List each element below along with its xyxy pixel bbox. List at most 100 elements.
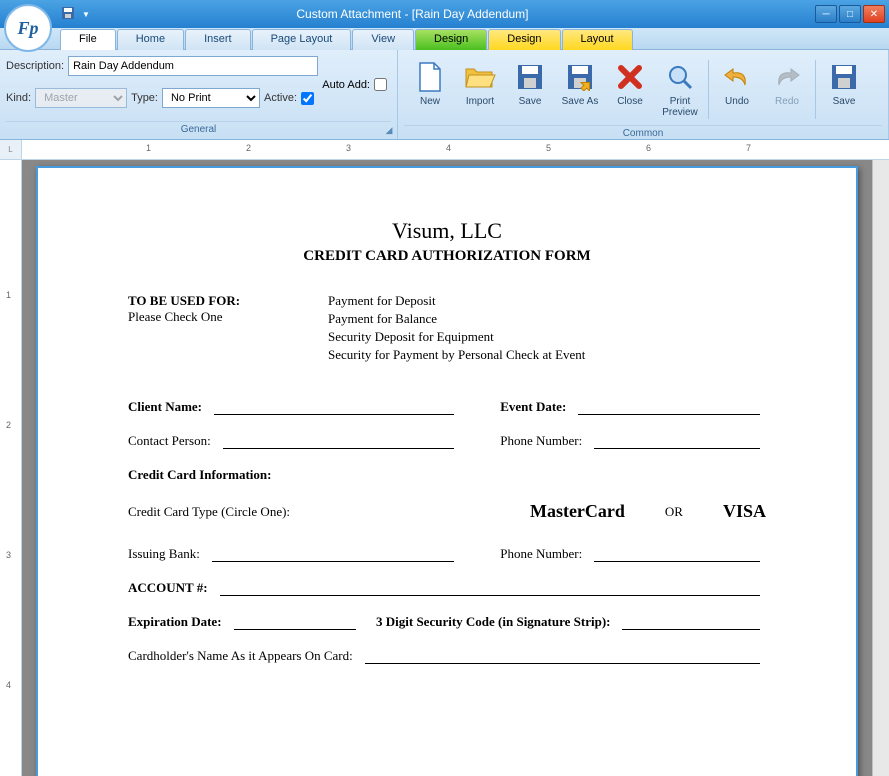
group-expand-general[interactable]: ◢ bbox=[383, 125, 395, 137]
close-button[interactable]: ✕ bbox=[863, 5, 885, 23]
ruler-tick: 6 bbox=[646, 143, 651, 153]
undo-label: Undo bbox=[725, 96, 749, 107]
usage-option: Payment for Deposit bbox=[328, 293, 766, 309]
save-button[interactable]: Save bbox=[506, 56, 554, 123]
save2-label: Save bbox=[833, 96, 856, 107]
visa-text: VISA bbox=[723, 501, 766, 522]
tab-file[interactable]: File bbox=[60, 29, 116, 50]
tab-layout[interactable]: Layout bbox=[562, 29, 633, 50]
close-x-icon bbox=[614, 61, 646, 93]
undo-button[interactable]: Undo bbox=[713, 56, 761, 123]
group-label-general: General bbox=[6, 121, 391, 135]
document-page[interactable]: Visum, LLC CREDIT CARD AUTHORIZATION FOR… bbox=[36, 166, 858, 776]
print-preview-button[interactable]: Print Preview bbox=[656, 56, 704, 123]
group-label-common: Common bbox=[404, 125, 882, 139]
ruler-tick: 7 bbox=[746, 143, 751, 153]
close-label: Close bbox=[617, 96, 643, 107]
qat-dropdown-icon[interactable]: ▼ bbox=[82, 10, 90, 19]
redo-button: Redo bbox=[763, 56, 811, 123]
qat-save-icon[interactable] bbox=[60, 5, 76, 24]
import-button[interactable]: Import bbox=[456, 56, 504, 123]
import-label: Import bbox=[466, 96, 494, 107]
form-title: CREDIT CARD AUTHORIZATION FORM bbox=[128, 248, 766, 265]
vruler-tick: 3 bbox=[6, 550, 11, 560]
save-as-label: Save As bbox=[562, 96, 599, 107]
blank-line bbox=[220, 582, 760, 596]
tab-design-1[interactable]: Design bbox=[415, 29, 487, 50]
type-label: Type: bbox=[131, 92, 158, 104]
blank-line bbox=[365, 650, 760, 664]
ribbon-group-common: New Import Save Save As Close Print Prev… bbox=[398, 50, 889, 139]
vruler-tick: 2 bbox=[6, 420, 11, 430]
save-icon-2 bbox=[828, 61, 860, 93]
new-button[interactable]: New bbox=[406, 56, 454, 123]
magnifier-icon bbox=[664, 61, 696, 93]
account-label: ACCOUNT #: bbox=[128, 580, 208, 596]
ribbon-group-general: Description: Kind: Master Type: No Print… bbox=[0, 50, 398, 139]
tab-insert[interactable]: Insert bbox=[185, 29, 251, 50]
used-for-label: TO BE USED FOR: bbox=[128, 293, 328, 309]
maximize-button[interactable]: □ bbox=[839, 5, 861, 23]
vruler-tick: 4 bbox=[6, 680, 11, 690]
type-select[interactable]: No Print bbox=[162, 88, 260, 108]
or-text: OR bbox=[665, 504, 683, 520]
active-checkbox[interactable] bbox=[301, 92, 314, 105]
cc-info-heading: Credit Card Information: bbox=[128, 467, 766, 483]
issuing-bank-label: Issuing Bank: bbox=[128, 546, 200, 562]
ruler-tick: 4 bbox=[446, 143, 451, 153]
blank-line bbox=[223, 435, 455, 449]
tab-view[interactable]: View bbox=[352, 29, 414, 50]
new-icon bbox=[414, 61, 446, 93]
expiration-label: Expiration Date: bbox=[128, 614, 222, 630]
cc-type-label: Credit Card Type (Circle One): bbox=[128, 504, 530, 520]
tab-page-layout[interactable]: Page Layout bbox=[252, 29, 352, 50]
kind-select: Master bbox=[35, 88, 127, 108]
minimize-button[interactable]: ─ bbox=[815, 5, 837, 23]
active-label: Active: bbox=[264, 92, 297, 104]
cardholder-label: Cardholder's Name As it Appears On Card: bbox=[128, 648, 353, 664]
autoadd-checkbox[interactable] bbox=[374, 78, 387, 91]
security-code-label: 3 Digit Security Code (in Signature Stri… bbox=[376, 614, 610, 630]
vertical-scrollbar[interactable] bbox=[872, 160, 889, 776]
document-canvas[interactable]: Visum, LLC CREDIT CARD AUTHORIZATION FOR… bbox=[22, 160, 872, 776]
ruler-tick: 1 bbox=[146, 143, 151, 153]
title-bar: Fp ▼ Custom Attachment - [Rain Day Adden… bbox=[0, 0, 889, 28]
save-label: Save bbox=[519, 96, 542, 107]
new-label: New bbox=[420, 96, 440, 107]
kind-label: Kind: bbox=[6, 92, 31, 104]
description-label: Description: bbox=[6, 60, 64, 72]
blank-line bbox=[594, 548, 760, 562]
blank-line bbox=[594, 435, 760, 449]
ribbon: Description: Kind: Master Type: No Print… bbox=[0, 50, 889, 140]
redo-label: Redo bbox=[775, 96, 799, 107]
description-input[interactable] bbox=[68, 56, 318, 76]
vruler-tick: 1 bbox=[6, 290, 11, 300]
ruler-tick: 5 bbox=[546, 143, 551, 153]
company-name: Visum, LLC bbox=[128, 218, 766, 244]
horizontal-ruler[interactable]: 1 2 3 4 5 6 7 bbox=[22, 140, 889, 159]
event-date-label: Event Date: bbox=[500, 399, 566, 415]
open-folder-icon bbox=[464, 61, 496, 93]
vertical-ruler[interactable]: 1 2 3 4 bbox=[0, 160, 22, 776]
save-icon bbox=[514, 61, 546, 93]
redo-icon bbox=[771, 61, 803, 93]
tab-design-2[interactable]: Design bbox=[488, 29, 560, 50]
horizontal-ruler-area: L 1 2 3 4 5 6 7 bbox=[0, 140, 889, 160]
undo-icon bbox=[721, 61, 753, 93]
blank-line bbox=[234, 616, 356, 630]
contact-person-label: Contact Person: bbox=[128, 433, 211, 449]
blank-line bbox=[212, 548, 454, 562]
close-doc-button[interactable]: Close bbox=[606, 56, 654, 123]
ruler-tick: 2 bbox=[246, 143, 251, 153]
blank-line bbox=[214, 401, 454, 415]
app-icon[interactable]: Fp bbox=[4, 4, 52, 52]
usage-option: Security for Payment by Personal Check a… bbox=[328, 347, 766, 363]
tab-home[interactable]: Home bbox=[117, 29, 184, 50]
check-one-label: Please Check One bbox=[128, 309, 328, 325]
blank-line bbox=[622, 616, 760, 630]
phone-number-2-label: Phone Number: bbox=[500, 546, 582, 562]
save-as-icon bbox=[564, 61, 596, 93]
save-as-button[interactable]: Save As bbox=[556, 56, 604, 123]
blank-line bbox=[578, 401, 760, 415]
save-button-2[interactable]: Save bbox=[820, 56, 868, 123]
